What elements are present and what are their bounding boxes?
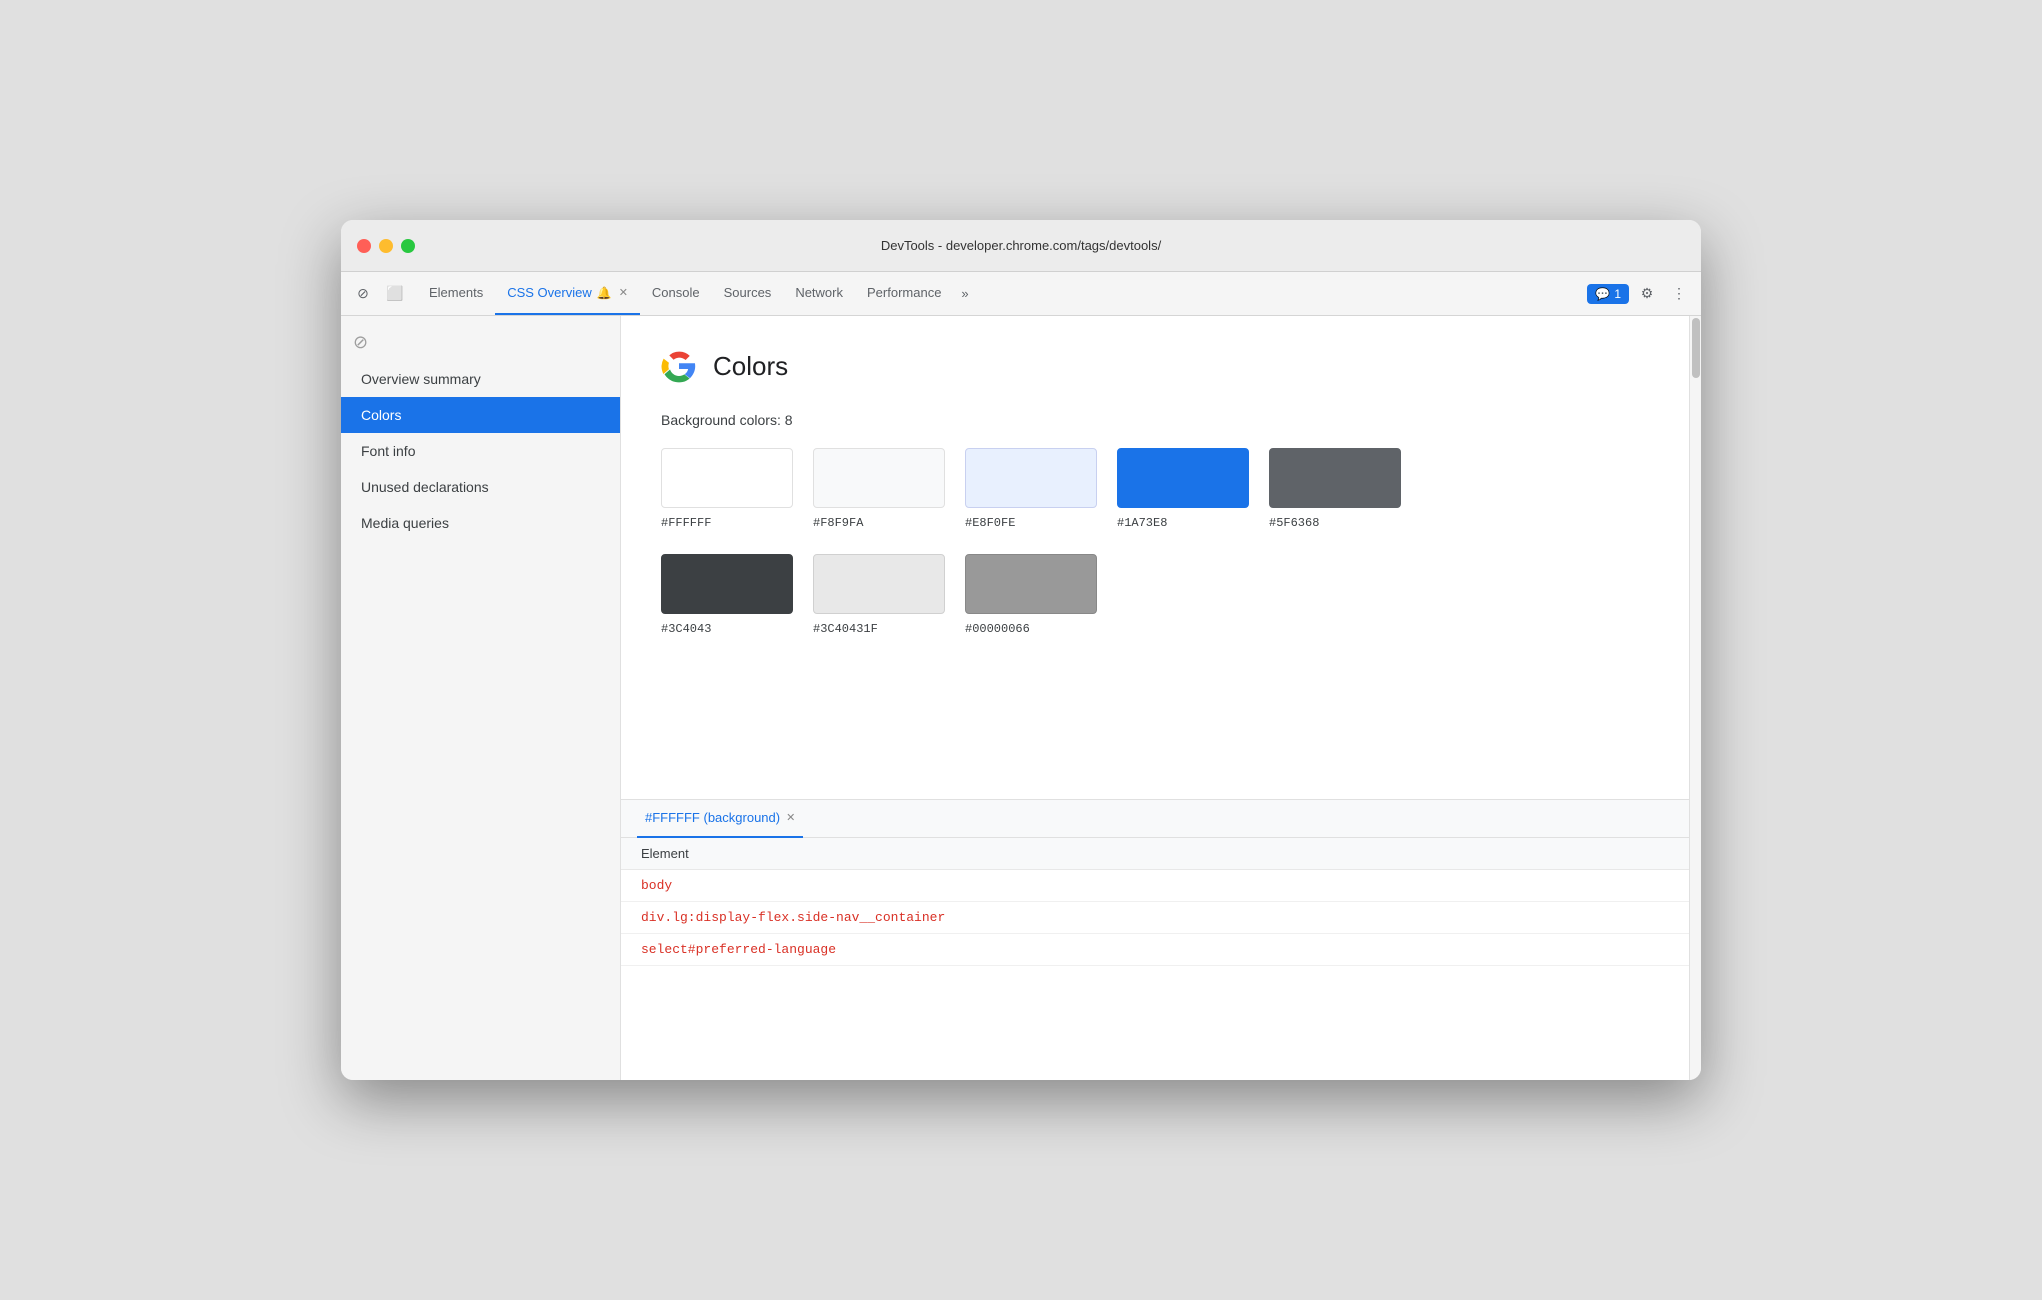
colors-title: Colors [713,351,788,382]
tab-elements[interactable]: Elements [417,272,495,315]
tab-bar-right: 💬 1 ⚙ ⋮ [1587,272,1693,315]
color-item-ffffff: #FFFFFF [661,448,793,530]
color-label-00000066: #00000066 [965,622,1030,636]
tab-performance-label: Performance [867,285,941,300]
cursor-icon[interactable]: ⊘ [349,280,377,308]
tab-network-label: Network [795,285,843,300]
sidebar-item-colors[interactable]: Colors [341,397,620,433]
color-swatch-00000066[interactable] [965,554,1097,614]
settings-icon[interactable]: ⚙ [1633,280,1661,308]
title-bar: DevTools - developer.chrome.com/tags/dev… [341,220,1701,272]
color-row-2: #3C4043 #3C40431F #00000066 [661,554,1649,636]
tab-css-overview-label: CSS Overview [507,285,592,300]
color-label-1a73e8: #1A73E8 [1117,516,1167,530]
color-item-1a73e8: #1A73E8 [1117,448,1249,530]
tab-css-overview-close[interactable]: ✕ [619,286,628,299]
sidebar: ⊘ Overview summary Colors Font info Unus… [341,316,621,1080]
color-item-00000066: #00000066 [965,554,1097,636]
tab-css-overview[interactable]: CSS Overview 🔔 ✕ [495,272,640,315]
bottom-panel-tab-label: #FFFFFF (background) [645,810,780,825]
color-item-5f6368: #5F6368 [1269,448,1401,530]
color-swatch-3c4043[interactable] [661,554,793,614]
color-label-ffffff: #FFFFFF [661,516,711,530]
main-area: ⊘ Overview summary Colors Font info Unus… [341,316,1701,1080]
minimize-button[interactable] [379,239,393,253]
tab-warning-icon: 🔔 [597,286,612,300]
tab-bar-icons: ⊘ ⬜ [349,272,409,315]
tab-network[interactable]: Network [783,272,855,315]
color-item-3c4043: #3C4043 [661,554,793,636]
color-item-e8f0fe: #E8F0FE [965,448,1097,530]
sidebar-item-overview-summary[interactable]: Overview summary [341,361,620,397]
tab-sources-label: Sources [724,285,772,300]
color-swatch-ffffff[interactable] [661,448,793,508]
more-options-icon[interactable]: ⋮ [1665,280,1693,308]
color-swatch-f8f9fa[interactable] [813,448,945,508]
tab-bar: ⊘ ⬜ Elements CSS Overview 🔔 ✕ Console So… [341,272,1701,316]
content-with-scrollbar: Colors Background colors: 8 #FFFFFF [621,316,1701,1080]
sidebar-top: ⊘ [341,324,620,361]
feedback-icon: 💬 [1595,287,1610,301]
colors-header: Colors [661,348,1649,384]
color-label-5f6368: #5F6368 [1269,516,1319,530]
color-label-f8f9fa: #F8F9FA [813,516,863,530]
element-row-select[interactable]: select#preferred-language [621,934,1689,966]
bottom-panel-tab-close[interactable]: ✕ [786,811,795,824]
color-label-e8f0fe: #E8F0FE [965,516,1015,530]
maximize-button[interactable] [401,239,415,253]
colors-panel: Colors Background colors: 8 #FFFFFF [621,316,1689,800]
sidebar-item-unused-declarations[interactable]: Unused declarations [341,469,620,505]
tab-more-button[interactable]: » [953,272,976,315]
color-swatch-3c40431f[interactable] [813,554,945,614]
scrollbar-track[interactable] [1689,316,1701,1080]
color-swatch-5f6368[interactable] [1269,448,1401,508]
feedback-count: 1 [1614,287,1621,301]
close-button[interactable] [357,239,371,253]
devtools-window: DevTools - developer.chrome.com/tags/dev… [341,220,1701,1080]
tab-elements-label: Elements [429,285,483,300]
no-icon: ⊘ [353,332,368,353]
color-item-3c40431f: #3C40431F [813,554,945,636]
tab-console[interactable]: Console [640,272,712,315]
device-icon[interactable]: ⬜ [381,280,409,308]
sidebar-item-font-info[interactable]: Font info [341,433,620,469]
content-area: Colors Background colors: 8 #FFFFFF [621,316,1689,1080]
color-label-3c4043: #3C4043 [661,622,711,636]
bottom-panel: #FFFFFF (background) ✕ Element body div.… [621,800,1689,1080]
scrollbar-thumb[interactable] [1692,318,1700,378]
color-row-1: #FFFFFF #F8F9FA #E8F0FE [661,448,1649,530]
tab-sources[interactable]: Sources [712,272,784,315]
element-row-body[interactable]: body [621,870,1689,902]
color-swatches: #FFFFFF #F8F9FA #E8F0FE [661,448,1649,636]
element-row-div-lg[interactable]: div.lg:display-flex.side-nav__container [621,902,1689,934]
google-logo-icon [661,348,697,384]
window-title: DevTools - developer.chrome.com/tags/dev… [881,238,1161,253]
bottom-panel-tab[interactable]: #FFFFFF (background) ✕ [637,800,803,838]
element-header: Element [621,838,1689,870]
tab-performance[interactable]: Performance [855,272,953,315]
color-label-3c40431f: #3C40431F [813,622,878,636]
bottom-tab-strip: #FFFFFF (background) ✕ [621,800,1689,838]
tab-console-label: Console [652,285,700,300]
traffic-lights [357,239,415,253]
color-swatch-e8f0fe[interactable] [965,448,1097,508]
feedback-badge[interactable]: 💬 1 [1587,284,1629,304]
color-item-f8f9fa: #F8F9FA [813,448,945,530]
sidebar-item-media-queries[interactable]: Media queries [341,505,620,541]
element-table: Element body div.lg:display-flex.side-na… [621,838,1689,1080]
color-swatch-1a73e8[interactable] [1117,448,1249,508]
bg-colors-label: Background colors: 8 [661,412,1649,428]
